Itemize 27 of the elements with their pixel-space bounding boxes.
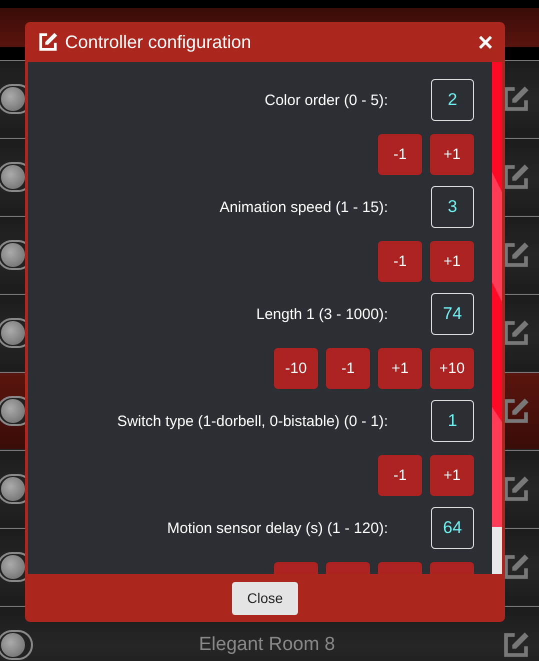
- value-field[interactable]: 74: [431, 293, 474, 335]
- step-button[interactable]: -1: [378, 134, 422, 175]
- value-field[interactable]: 1: [431, 400, 474, 442]
- setting-label: Switch type (1-dorbell, 0-bistable) (0 - 1):: [117, 412, 388, 430]
- step-button[interactable]: +1: [430, 241, 474, 282]
- close-button[interactable]: ×: [478, 29, 493, 55]
- dialog-title: Controller configuration: [65, 32, 252, 52]
- step-button[interactable]: -1: [378, 241, 422, 282]
- step-button[interactable]: +10: [430, 348, 474, 389]
- step-button[interactable]: +1: [430, 455, 474, 496]
- value-field[interactable]: 2: [431, 79, 474, 121]
- step-button[interactable]: -1: [326, 348, 370, 389]
- close-button[interactable]: Close: [232, 582, 298, 614]
- setting-label: Motion sensor delay (s) (1 - 120):: [167, 520, 388, 536]
- toggle-switch[interactable]: [0, 630, 33, 660]
- edit-icon[interactable]: [37, 31, 59, 53]
- step-button[interactable]: +1: [430, 134, 474, 175]
- setting-label: Color order (0 - 5):: [264, 92, 388, 108]
- step-button[interactable]: -10: [274, 348, 318, 389]
- setting-label: Length 1 (3 - 1000):: [256, 306, 388, 322]
- value-field[interactable]: 64: [431, 507, 474, 549]
- setting-label: Animation speed (1 - 15):: [220, 198, 388, 216]
- device-name: Elegant Room 8: [198, 634, 336, 656]
- step-button[interactable]: -1: [378, 455, 422, 496]
- value-field[interactable]: 3: [431, 186, 474, 228]
- scrollbar[interactable]: [492, 62, 502, 574]
- step-button[interactable]: +1: [378, 348, 422, 389]
